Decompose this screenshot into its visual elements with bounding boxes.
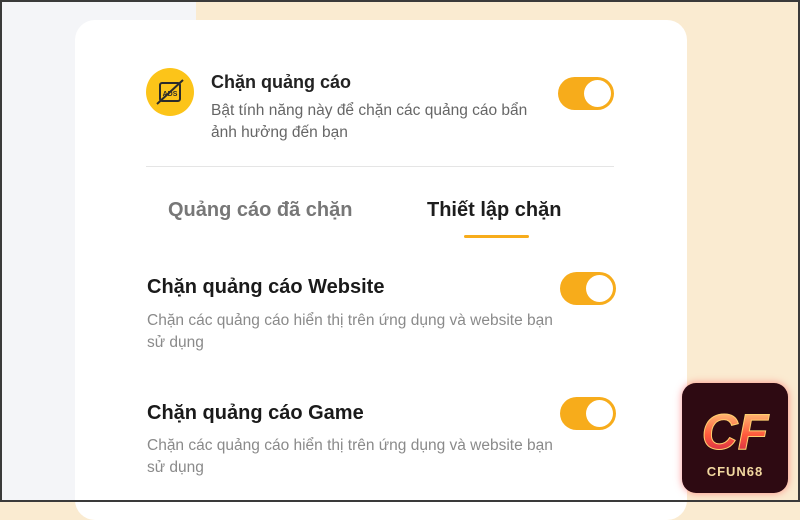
cfun68-watermark-logo: CF CFUN68 (682, 383, 788, 493)
tab-block-settings[interactable]: Thiết lập chặn (427, 199, 561, 222)
tab-blocked-ads[interactable]: Quảng cáo đã chặn (168, 199, 352, 222)
svg-text:CF: CF (702, 404, 770, 460)
svg-text:CFUN68: CFUN68 (707, 464, 764, 479)
ads-blocked-icon: ADS (146, 68, 194, 116)
toggle-knob (584, 80, 611, 107)
toggle-knob (586, 275, 613, 302)
active-tab-indicator (464, 235, 529, 238)
ad-block-title: Chặn quảng cáo (211, 72, 352, 92)
game-block-title: Chặn quảng cáo Game (147, 402, 364, 424)
website-block-toggle[interactable] (560, 272, 616, 305)
website-block-title: Chặn quảng cáo Website (147, 276, 385, 298)
ad-block-description: Bật tính năng này để chặn các quảng cáo … (211, 102, 528, 141)
game-block-description: Chặn các quảng cáo hiển thị trên ứng dụn… (147, 437, 553, 476)
game-block-toggle[interactable] (560, 397, 616, 430)
website-block-description: Chặn các quảng cáo hiển thị trên ứng dụn… (147, 312, 553, 351)
toggle-knob (586, 400, 613, 427)
ad-block-toggle[interactable] (558, 77, 614, 110)
divider (146, 166, 614, 167)
